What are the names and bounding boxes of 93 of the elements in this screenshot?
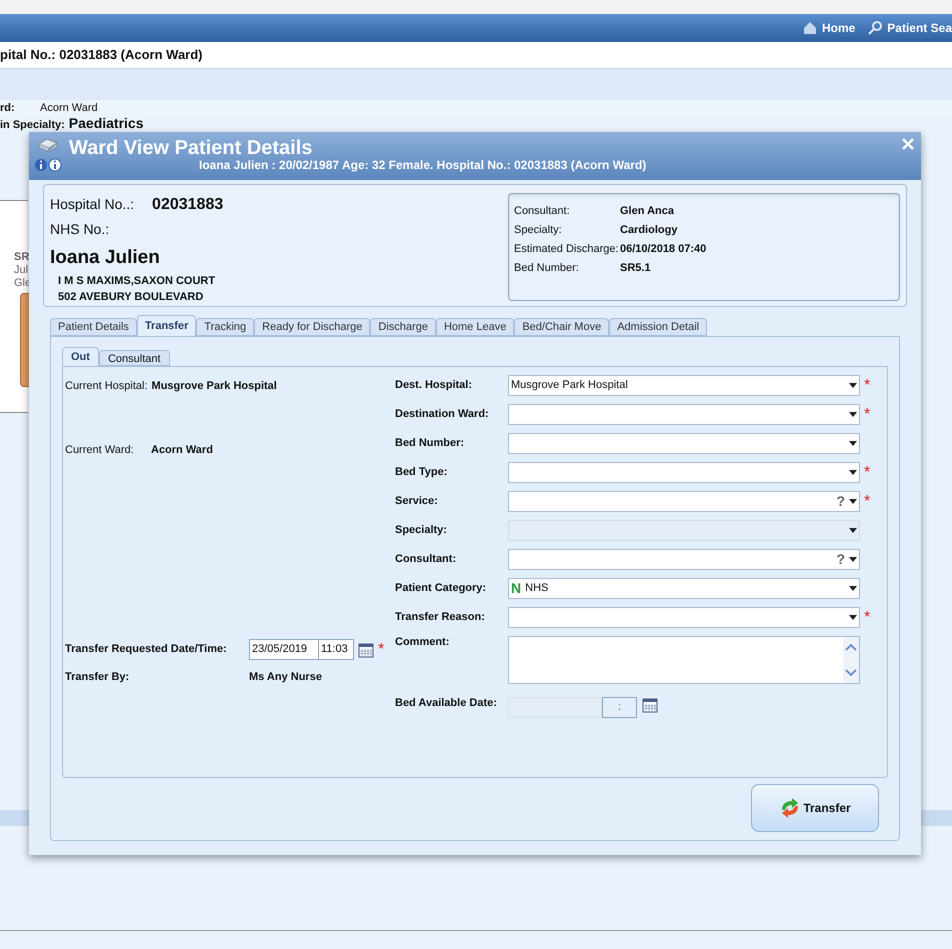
tab[interactable]: Admission Detail	[609, 318, 708, 336]
required-marker: *	[864, 406, 872, 422]
header-link[interactable]: Home	[802, 19, 856, 37]
calendar-icon[interactable]	[358, 642, 374, 658]
caret-icon	[849, 557, 857, 562]
close-icon[interactable]	[902, 138, 914, 150]
field-label: Bed Number:	[395, 437, 466, 450]
caret-icon	[849, 586, 857, 591]
tab[interactable]: Tracking	[196, 318, 254, 336]
dropdown-field[interactable]: ?	[508, 491, 860, 512]
field-value: NHS	[525, 581, 550, 596]
home-icon	[802, 20, 818, 36]
field-label: Service:	[395, 495, 439, 508]
field-value: Acorn Ward	[151, 443, 213, 458]
dropdown-field[interactable]: ?	[508, 549, 860, 570]
help-mark[interactable]: ?	[836, 549, 845, 570]
tab[interactable]: Ready for Discharge	[254, 318, 370, 336]
address-line: 502 AVEBURY BOULEVARD	[57, 290, 204, 304]
field-label: Bed Available Date:	[395, 697, 498, 710]
dropdown-field[interactable]	[508, 404, 860, 425]
transfer-button[interactable]: Transfer	[751, 784, 879, 832]
tab[interactable]: Bed/Chair Move	[514, 318, 610, 336]
specialty-value: Paediatrics	[68, 117, 144, 129]
required-marker: *	[378, 642, 386, 658]
field-value: Musgrove Park Hospital	[152, 379, 277, 394]
help-mark[interactable]: ?	[836, 491, 845, 512]
dropdown-field[interactable]: N NHS	[508, 578, 860, 599]
caret-icon	[849, 383, 857, 388]
caret-icon	[849, 528, 857, 533]
scroll-arrows-icon[interactable]	[843, 637, 859, 683]
required-marker: *	[864, 378, 872, 394]
nhs-number-label: NHS No.:	[50, 220, 110, 239]
subtab[interactable]: Out	[62, 347, 99, 366]
detail-label: Specialty:	[514, 223, 563, 238]
caret-icon	[849, 470, 857, 475]
dropdown-field[interactable]	[508, 607, 860, 628]
field-label: Bed Type:	[395, 466, 448, 479]
field-label: Specialty:	[395, 524, 448, 537]
patient-name: Ioana Julien	[50, 246, 161, 270]
tab[interactable]: Transfer	[136, 315, 196, 336]
required-marker: *	[864, 464, 872, 480]
field-value: Musgrove Park Hospital	[511, 378, 629, 394]
bed-card-text: Jul	[14, 264, 28, 277]
time-field[interactable]: 11:03	[319, 639, 354, 660]
category-letter: N	[511, 579, 522, 598]
field-label: Comment:	[395, 636, 450, 649]
bed-card-text: SR	[14, 251, 28, 264]
calendar-icon[interactable]	[642, 697, 658, 713]
field-label: Current Hospital:	[65, 379, 148, 394]
field-label: Patient Category:	[395, 582, 488, 595]
tab[interactable]: Home Leave	[436, 318, 514, 336]
detail-value: 06/10/2018 07:40	[620, 242, 706, 257]
subtab[interactable]: Consultant	[98, 350, 170, 366]
detail-label: Estimated Discharge:	[514, 242, 620, 257]
ward-label: rd:	[0, 101, 16, 116]
hospital-number: 02031883	[152, 195, 224, 215]
dropdown-field[interactable]: Musgrove Park Hospital	[508, 375, 860, 396]
dropdown-field[interactable]	[508, 433, 860, 454]
caret-icon	[849, 412, 857, 417]
bed-icon	[38, 138, 58, 152]
field-value: Ms Any Nurse	[249, 670, 322, 685]
date-field[interactable]: 23/05/2019	[249, 639, 319, 660]
hospital-number-label: Hospital No..:	[50, 195, 134, 214]
dialog-title: Ward View Patient Details	[69, 136, 312, 160]
comment-field[interactable]	[508, 636, 860, 684]
info-icon[interactable]	[34, 158, 62, 172]
header-link[interactable]: Patient Sea	[867, 19, 952, 37]
dropdown-field[interactable]	[508, 462, 860, 483]
required-marker: *	[864, 610, 872, 626]
search-icon	[867, 20, 884, 36]
detail-value: SR5.1	[620, 261, 651, 276]
detail-label: Bed Number:	[514, 261, 580, 276]
detail-label: Consultant:	[514, 204, 571, 219]
page-title: pital No.: 02031883 (Acorn Ward)	[0, 46, 203, 64]
caret-icon	[849, 615, 857, 620]
address-line: I M S MAXIMS,SAXON COURT	[57, 274, 216, 288]
tab[interactable]: Discharge	[370, 318, 436, 336]
detail-value: Glen Anca	[620, 204, 674, 219]
dialog-subtitle: Ioana Julien : 20/02/1987 Age: 32 Female. Hospital No.: 02031883 (Acorn Ward)	[199, 157, 646, 174]
field-label: Transfer By:	[65, 670, 130, 685]
field-label: Dest. Hospital:	[395, 379, 474, 392]
field-label: Current Ward:	[65, 443, 135, 458]
field-label: Transfer Reason:	[395, 611, 486, 624]
tab[interactable]: Patient Details	[50, 318, 137, 336]
required-marker: *	[864, 494, 872, 510]
ward-value: Acorn Ward	[40, 101, 98, 116]
field-label: Transfer Requested Date/Time:	[65, 642, 228, 658]
field-label: Consultant:	[395, 553, 458, 566]
field-label: Destination Ward:	[395, 408, 490, 421]
detail-value: Cardiology	[620, 223, 678, 238]
caret-icon	[849, 441, 857, 446]
specialty-label: in Specialty:	[0, 118, 65, 133]
caret-icon	[849, 499, 857, 504]
